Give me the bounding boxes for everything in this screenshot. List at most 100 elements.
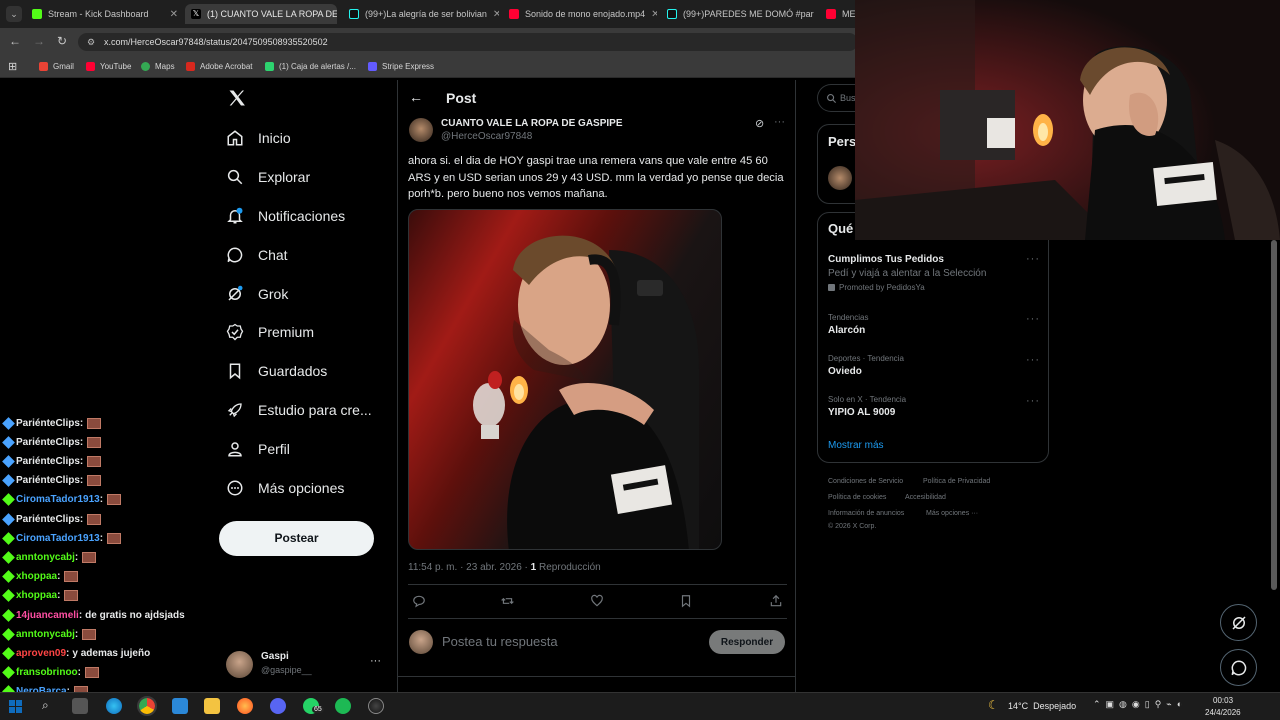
- search-icon[interactable]: ⌕: [42, 698, 49, 713]
- chrome-icon[interactable]: [137, 696, 157, 716]
- divider: [408, 584, 787, 585]
- show-more-link[interactable]: Mostrar más: [828, 440, 884, 451]
- forward-icon[interactable]: →: [33, 34, 45, 48]
- chat-username[interactable]: xhoppaa: [16, 571, 57, 582]
- messages-fab-button[interactable]: [1220, 649, 1257, 686]
- nav-item-chat[interactable]: Chat: [226, 242, 288, 268]
- back-icon[interactable]: ←: [9, 34, 21, 48]
- spotify-icon[interactable]: [335, 698, 351, 714]
- nav-item-notificaciones[interactable]: Notificaciones: [226, 203, 345, 229]
- bookmark-stripe[interactable]: Stripe Express: [368, 62, 434, 71]
- author-handle[interactable]: @HerceOscar97848: [441, 131, 532, 142]
- tab-search-icon[interactable]: ⌄: [6, 6, 22, 22]
- explorer-icon[interactable]: [204, 698, 220, 714]
- like-icon[interactable]: [590, 594, 604, 613]
- chat-username[interactable]: anntonycabj: [16, 629, 75, 640]
- site-info-icon[interactable]: ⚙: [87, 33, 95, 51]
- more-icon[interactable]: ···: [1026, 313, 1040, 325]
- more-icon[interactable]: ···: [774, 116, 785, 128]
- grok-explain-icon[interactable]: ⊘: [755, 117, 764, 130]
- x-logo-icon[interactable]: [227, 88, 247, 108]
- nav-item-inicio[interactable]: Inicio: [226, 125, 291, 151]
- tab-youtube-2[interactable]: ME T: [820, 4, 860, 24]
- clock-time[interactable]: 00:03: [1213, 696, 1233, 705]
- firefox-icon[interactable]: [237, 698, 253, 714]
- post-video[interactable]: [408, 209, 722, 550]
- footer-link[interactable]: Información de anuncios: [828, 510, 904, 517]
- footer-link[interactable]: Política de cookies: [828, 494, 886, 501]
- nav-item-estudio[interactable]: Estudio para cre...: [226, 397, 372, 423]
- obs-icon[interactable]: [368, 698, 384, 714]
- chat-username[interactable]: CiromaTador1913: [16, 533, 100, 544]
- share-icon[interactable]: [769, 594, 783, 613]
- discord-icon[interactable]: [270, 698, 286, 714]
- bookmark-icon[interactable]: [679, 594, 693, 613]
- trend-item[interactable]: Solo en X · Tendencia YIPIO AL 9009: [828, 395, 906, 418]
- close-icon[interactable]: ✕: [164, 9, 178, 20]
- windows-start-icon[interactable]: [9, 700, 22, 713]
- more-icon[interactable]: ···: [370, 655, 381, 667]
- bookmark-gmail[interactable]: Gmail: [39, 62, 74, 71]
- trend-item[interactable]: Tendencias Alarcón: [828, 313, 868, 336]
- chat-username[interactable]: PariénteClips: [16, 437, 80, 448]
- nav-item-grok[interactable]: Grok: [226, 281, 288, 307]
- back-arrow-icon[interactable]: ←: [409, 89, 423, 105]
- scrollbar[interactable]: [1271, 240, 1277, 590]
- chat-username[interactable]: xhoppaa: [16, 590, 57, 601]
- tray-icons[interactable]: ⌃▣◍◉▯⚲⌁◐: [1093, 699, 1187, 710]
- clock-date[interactable]: 24/4/2026: [1205, 708, 1241, 717]
- post-button[interactable]: Postear: [219, 521, 374, 556]
- more-icon[interactable]: ···: [1026, 354, 1040, 366]
- edge-icon[interactable]: [106, 698, 122, 714]
- reply-input[interactable]: Postea tu respuesta: [442, 634, 558, 649]
- more-icon[interactable]: ···: [1026, 253, 1040, 265]
- grok-fab-button[interactable]: [1220, 604, 1257, 641]
- nav-item-mas-opciones[interactable]: Más opciones: [226, 475, 344, 501]
- weather-text[interactable]: 14°C Despejado: [1008, 701, 1076, 711]
- chat-username[interactable]: PariénteClips: [16, 514, 80, 525]
- account-switcher[interactable]: Gaspi @gaspipe__ ···: [226, 649, 386, 681]
- footer-link[interactable]: Más opciones ···: [926, 510, 978, 517]
- bookmark-alerts[interactable]: (1) Caja de alertas /...: [265, 62, 356, 71]
- nav-item-perfil[interactable]: Perfil: [226, 436, 290, 462]
- footer-link[interactable]: Condiciones de Servicio: [828, 478, 903, 485]
- tab-x-post[interactable]: 𝕏(1) CUANTO VALE LA ROPA DE✕: [185, 4, 337, 24]
- trend-item[interactable]: Deportes · Tendencia Oviedo: [828, 354, 904, 377]
- close-icon[interactable]: ✕: [487, 9, 499, 20]
- author-avatar[interactable]: [409, 118, 433, 142]
- chat-username[interactable]: fransobrinoo: [16, 667, 78, 678]
- bookmark-youtube[interactable]: YouTube: [86, 62, 131, 71]
- tab-kick[interactable]: Stream - Kick Dashboard ✕: [26, 4, 184, 24]
- task-view-icon[interactable]: [72, 698, 88, 714]
- reply-button[interactable]: Responder: [709, 630, 785, 654]
- footer-link[interactable]: Política de Privacidad: [923, 478, 990, 485]
- store-icon[interactable]: [172, 698, 188, 714]
- nav-item-explorar[interactable]: Explorar: [226, 164, 310, 190]
- chat-username[interactable]: anntonycabj: [16, 552, 75, 563]
- apps-grid-icon[interactable]: ⊞: [8, 60, 17, 73]
- bookmark-acrobat[interactable]: Adobe Acrobat: [186, 62, 252, 71]
- promo-item[interactable]: Cumplimos Tus Pedidos Pedí y viajá a ale…: [828, 254, 986, 292]
- nav-item-guardados[interactable]: Guardados: [226, 358, 327, 384]
- bookmark-maps[interactable]: Maps: [141, 62, 175, 71]
- chat-username[interactable]: CiromaTador1913: [16, 494, 100, 505]
- chat-username[interactable]: PariénteClips: [16, 456, 80, 467]
- tab-tiktok-2[interactable]: (99+)PAREDES ME DOMÓ #par✕: [661, 4, 817, 24]
- chat-username[interactable]: PariénteClips: [16, 475, 80, 486]
- more-icon[interactable]: ···: [1026, 395, 1040, 407]
- reply-icon[interactable]: [412, 594, 426, 613]
- close-icon[interactable]: ✕: [814, 9, 817, 20]
- repost-icon[interactable]: [500, 594, 515, 613]
- nav-item-premium[interactable]: Premium: [226, 319, 314, 345]
- address-bar[interactable]: ⚙ x.com/HerceOscar97848/status/204750950…: [78, 33, 858, 51]
- tab-tiktok-1[interactable]: (99+)La alegría de ser bolivian ✕: [343, 4, 499, 24]
- author-name[interactable]: CUANTO VALE LA ROPA DE GASPIPE: [441, 118, 623, 129]
- chat-username[interactable]: 14juancameli: [16, 610, 79, 621]
- weather-moon-icon[interactable]: ☾: [988, 698, 999, 712]
- close-icon[interactable]: ✕: [645, 9, 657, 20]
- tab-youtube[interactable]: Sonido de mono enojado.mp4 ✕: [503, 4, 657, 24]
- reload-icon[interactable]: ↻: [57, 34, 67, 48]
- footer-link[interactable]: Accesibilidad: [905, 494, 946, 501]
- chat-username[interactable]: PariénteClips: [16, 418, 80, 429]
- chat-username[interactable]: aproven09: [16, 648, 66, 659]
